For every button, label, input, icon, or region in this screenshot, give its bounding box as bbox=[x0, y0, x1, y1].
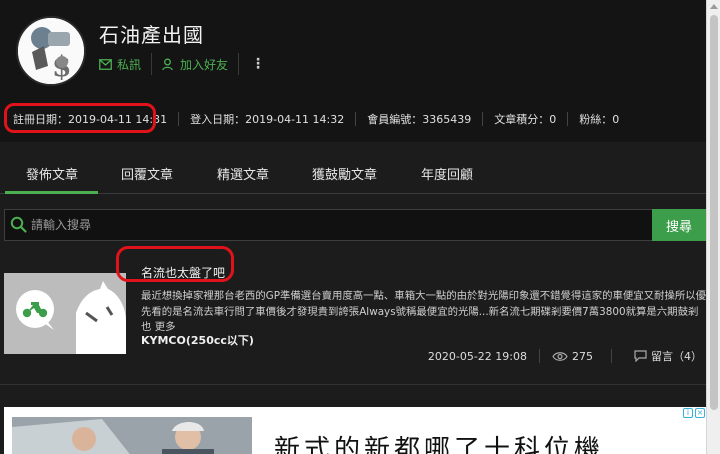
view-count: 275 bbox=[552, 350, 593, 363]
article-meta: 2020-05-22 19:08 275 留言（4） bbox=[428, 348, 702, 364]
divider bbox=[611, 349, 612, 363]
vertical-scrollbar[interactable] bbox=[706, 0, 720, 454]
message-button[interactable]: 私訊 bbox=[99, 56, 141, 73]
tab-posted-articles[interactable]: 發佈文章 bbox=[26, 164, 78, 183]
divider bbox=[567, 112, 569, 126]
default-thumbnail-image bbox=[4, 273, 126, 354]
divider bbox=[539, 349, 540, 363]
tab-encouraged[interactable]: 獲鼓勵文章 bbox=[312, 164, 377, 183]
tab-featured[interactable]: 精選文章 bbox=[217, 164, 269, 183]
article-points: 文章積分：0 bbox=[494, 113, 557, 126]
login-date: 登入日期：2019-04-11 14:32 bbox=[190, 113, 345, 126]
add-friend-label: 加入好友 bbox=[180, 57, 229, 72]
ad-headline: 新式的新都哪了十科位機 bbox=[274, 435, 605, 454]
tab-year-review[interactable]: 年度回顧 bbox=[421, 164, 473, 183]
comment-count[interactable]: 留言（4） bbox=[634, 348, 702, 364]
eye-icon bbox=[552, 351, 568, 361]
article-date: 2020-05-22 19:08 bbox=[427, 349, 527, 363]
article-excerpt: 最近想換掉家裡那台老西的GP準備選台賣用度高一點、車箱大一點的由於對光陽印象還不… bbox=[141, 290, 707, 333]
search-bar: 搜尋 bbox=[4, 209, 706, 241]
article-title-highlight bbox=[116, 246, 234, 282]
comment-count-label: 留言（4） bbox=[651, 350, 702, 363]
avatar[interactable]: $ bbox=[16, 16, 86, 86]
profile-name: 石油產出國 bbox=[99, 23, 204, 47]
scroll-up-arrow-icon[interactable] bbox=[710, 4, 718, 9]
avatar-image: $ bbox=[18, 18, 84, 84]
article-list-item[interactable]: 名流也太盤了吧 最近想換掉家裡那台老西的GP準備選台賣用度高一點、車箱大一點的由… bbox=[0, 250, 706, 385]
add-friend-button[interactable]: 加入好友 bbox=[162, 56, 228, 73]
ad-info-icon[interactable]: i bbox=[683, 408, 693, 418]
advertisement[interactable]: 新式的新都哪了十科位機 i × bbox=[4, 407, 706, 454]
divider bbox=[151, 53, 153, 75]
fans-count: 粉絲：0 bbox=[579, 113, 620, 126]
search-button[interactable]: 搜尋 bbox=[652, 209, 706, 241]
search-icon bbox=[10, 216, 27, 233]
divider bbox=[178, 112, 180, 126]
divider bbox=[238, 53, 240, 75]
article-category[interactable]: KYMCO(250cc以下) bbox=[141, 332, 254, 348]
profile-actions: 私訊 加入好友 ⋮ bbox=[99, 53, 267, 75]
add-user-icon bbox=[162, 58, 173, 70]
member-id: 會員編號：3365439 bbox=[367, 113, 472, 126]
ad-photo-illustration bbox=[12, 417, 252, 454]
scrollbar-thumb[interactable] bbox=[710, 15, 718, 410]
register-date-highlight bbox=[4, 103, 156, 133]
ad-image bbox=[12, 417, 252, 454]
more-options-icon[interactable]: ⋮ bbox=[249, 56, 267, 72]
mail-icon bbox=[99, 58, 112, 70]
comment-icon bbox=[634, 350, 647, 362]
tab-replies[interactable]: 回覆文章 bbox=[121, 164, 173, 183]
article-thumbnail[interactable] bbox=[4, 273, 126, 354]
ad-close-icon[interactable]: × bbox=[695, 408, 705, 418]
divider bbox=[355, 112, 357, 126]
search-input[interactable] bbox=[31, 210, 651, 240]
profile-tabs: 發佈文章 回覆文章 精選文章 獲鼓勵文章 年度回顧 bbox=[0, 150, 706, 194]
ad-choices[interactable]: i × bbox=[683, 408, 705, 420]
divider bbox=[482, 112, 484, 126]
active-tab-indicator bbox=[5, 191, 98, 194]
message-label: 私訊 bbox=[117, 57, 142, 72]
profile-header: $ 石油產出國 私訊 加入好友 ⋮ 註冊日期：2019-04-11 14:31 … bbox=[0, 0, 720, 142]
view-count-value: 275 bbox=[572, 349, 593, 363]
